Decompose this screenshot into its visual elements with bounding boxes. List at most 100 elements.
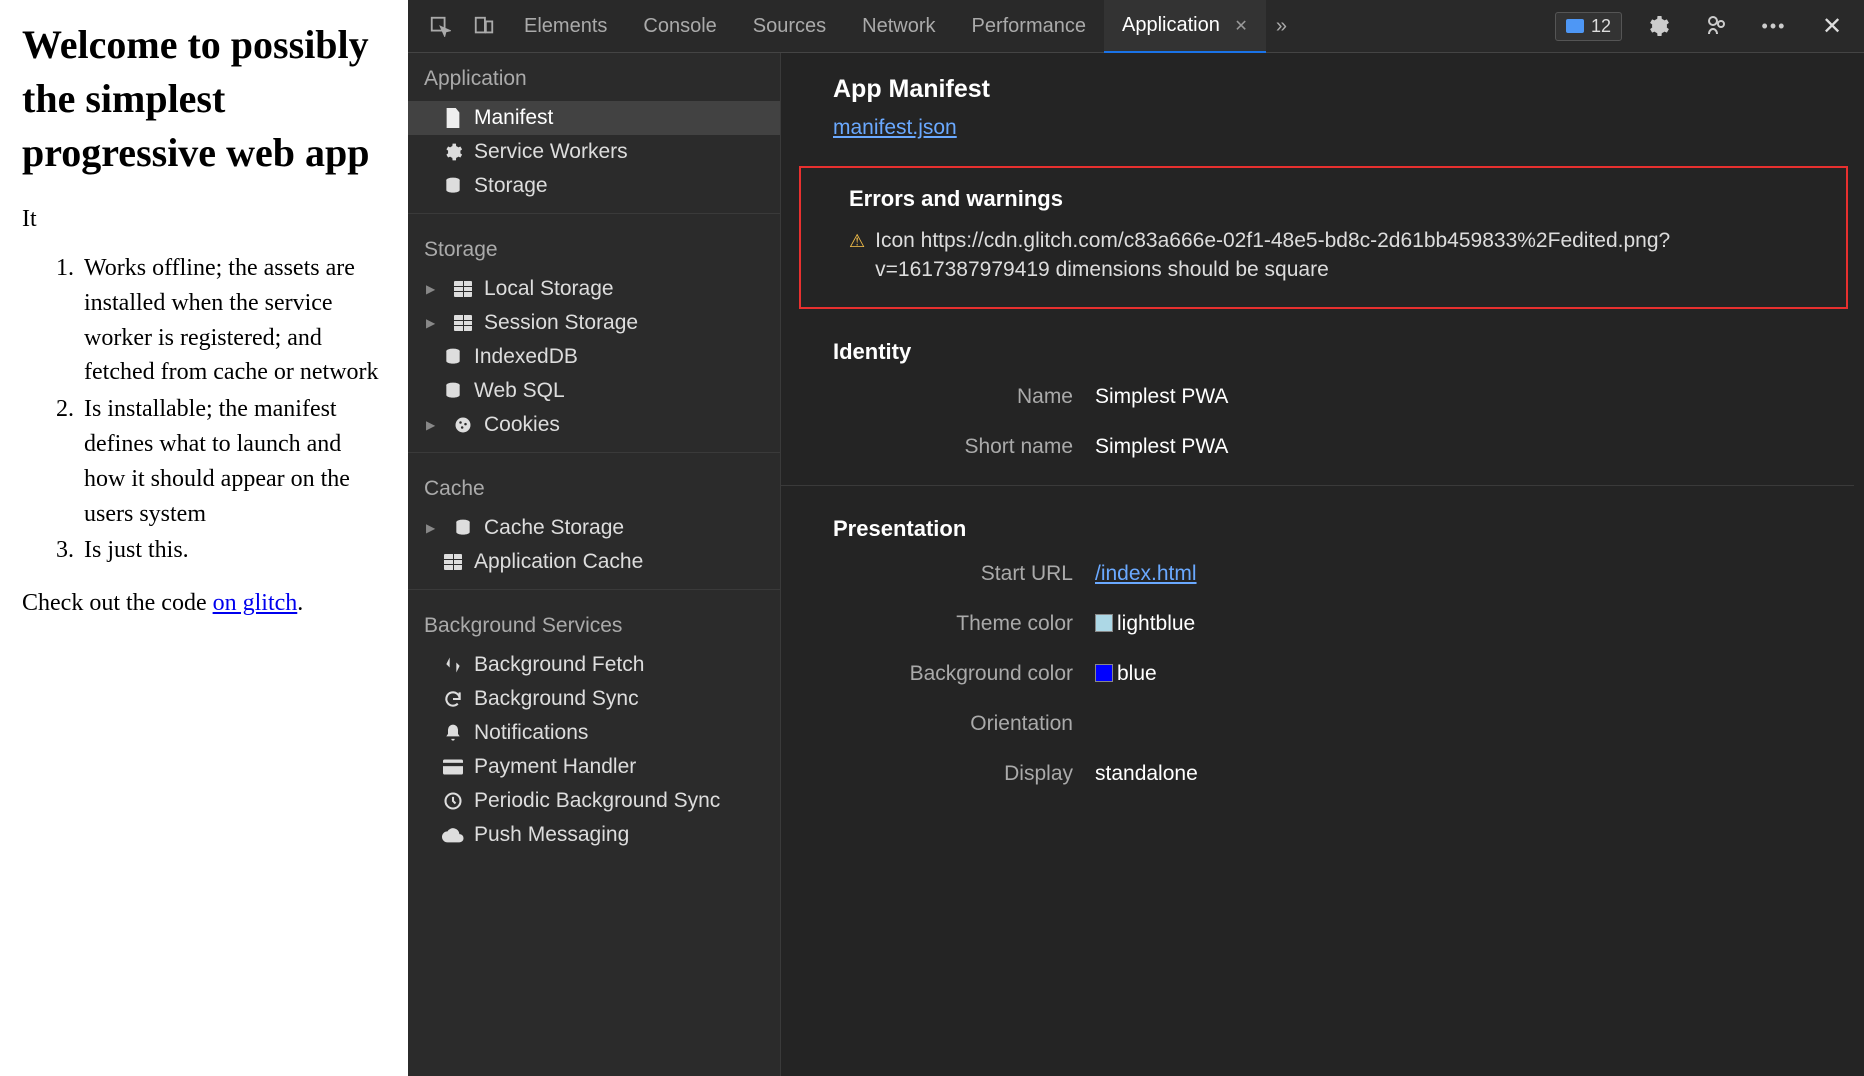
webpage-viewport: Welcome to possibly the simplest progres… xyxy=(0,0,408,1076)
devtools-body: Application Manifest Service Workers Sto… xyxy=(408,53,1864,1076)
gear-icon[interactable] xyxy=(1645,13,1671,39)
sidebar-item-label: IndexedDB xyxy=(474,345,578,369)
sidebar-item-cache-storage[interactable]: ▶ Cache Storage xyxy=(408,511,780,545)
tab-application-label: Application xyxy=(1122,14,1220,36)
sidebar-item-application-cache[interactable]: Application Cache xyxy=(408,545,780,579)
sidebar-item-websql[interactable]: Web SQL xyxy=(408,374,780,408)
sidebar-item-push-messaging[interactable]: Push Messaging xyxy=(408,818,780,852)
footer-suffix: . xyxy=(297,590,303,616)
sidebar-item-indexeddb[interactable]: IndexedDB xyxy=(408,340,780,374)
row-name: Name Simplest PWA xyxy=(833,385,1854,409)
list-item: Is just this. xyxy=(80,533,386,568)
manifest-file-link[interactable]: manifest.json xyxy=(833,116,957,139)
sidebar-item-background-fetch[interactable]: Background Fetch xyxy=(408,648,780,682)
sidebar-item-session-storage[interactable]: ▶ Session Storage xyxy=(408,306,780,340)
sidebar-item-manifest[interactable]: Manifest xyxy=(408,101,780,135)
device-toggle-icon[interactable] xyxy=(471,13,497,39)
sidebar-section-storage: Storage xyxy=(408,224,780,272)
experiments-icon[interactable] xyxy=(1703,13,1729,39)
presentation-heading: Presentation xyxy=(833,516,1854,542)
page-footer: Check out the code on glitch. xyxy=(22,590,386,617)
sidebar-item-label: Background Fetch xyxy=(474,653,644,677)
sidebar-item-label: Notifications xyxy=(474,721,588,745)
label-theme-color: Theme color xyxy=(833,612,1095,636)
sidebar-item-label: Local Storage xyxy=(484,277,614,301)
issues-badge[interactable]: 12 xyxy=(1555,12,1622,41)
sidebar-item-label: Periodic Background Sync xyxy=(474,789,720,813)
bg-color-text: blue xyxy=(1117,662,1157,685)
warning-row: ⚠ Icon https://cdn.glitch.com/c83a666e-0… xyxy=(815,226,1832,285)
tab-more[interactable]: » xyxy=(1266,1,1297,52)
errors-title: Errors and warnings xyxy=(815,186,1832,212)
sidebar-item-notifications[interactable]: Notifications xyxy=(408,716,780,750)
glitch-link[interactable]: on glitch xyxy=(213,590,298,616)
application-sidebar: Application Manifest Service Workers Sto… xyxy=(408,53,781,1076)
sidebar-item-label: Payment Handler xyxy=(474,755,636,779)
sidebar-section-background-services: Background Services xyxy=(408,600,780,648)
warning-text: Icon https://cdn.glitch.com/c83a666e-02f… xyxy=(875,226,1832,285)
pane-title: App Manifest xyxy=(833,75,1854,104)
table-icon xyxy=(452,278,474,300)
kebab-menu-icon[interactable]: ••• xyxy=(1761,13,1787,39)
tab-application[interactable]: Application ✕ xyxy=(1104,0,1266,53)
tab-console[interactable]: Console xyxy=(625,1,734,52)
inspect-element-icon[interactable] xyxy=(427,13,453,39)
sidebar-item-label: Web SQL xyxy=(474,379,565,403)
value-display: standalone xyxy=(1095,762,1198,786)
sidebar-item-storage[interactable]: Storage xyxy=(408,169,780,203)
expand-icon[interactable]: ▶ xyxy=(426,316,438,330)
sidebar-item-label: Background Sync xyxy=(474,687,639,711)
database-icon xyxy=(452,517,474,539)
label-orientation: Orientation xyxy=(833,712,1095,736)
sidebar-section-application: Application xyxy=(408,53,780,101)
sidebar-item-label: Session Storage xyxy=(484,311,638,335)
sidebar-item-label: Storage xyxy=(474,174,548,198)
value-short-name: Simplest PWA xyxy=(1095,435,1228,459)
row-theme-color: Theme color lightblue xyxy=(833,612,1854,636)
tab-elements[interactable]: Elements xyxy=(506,1,625,52)
start-url-link[interactable]: /index.html xyxy=(1095,562,1197,585)
expand-icon[interactable]: ▶ xyxy=(426,521,438,535)
database-icon xyxy=(442,346,464,368)
row-start-url: Start URL /index.html xyxy=(833,562,1854,586)
sidebar-item-local-storage[interactable]: ▶ Local Storage xyxy=(408,272,780,306)
label-short-name: Short name xyxy=(833,435,1095,459)
expand-icon[interactable]: ▶ xyxy=(426,418,438,432)
tab-sources[interactable]: Sources xyxy=(735,1,844,52)
credit-card-icon xyxy=(442,756,464,778)
sidebar-item-payment-handler[interactable]: Payment Handler xyxy=(408,750,780,784)
value-theme-color: lightblue xyxy=(1095,612,1195,636)
list-item: Is installable; the manifest defines wha… xyxy=(80,392,386,531)
sidebar-item-background-sync[interactable]: Background Sync xyxy=(408,682,780,716)
value-name: Simplest PWA xyxy=(1095,385,1228,409)
warning-icon: ⚠ xyxy=(849,229,865,285)
footer-prefix: Check out the code xyxy=(22,590,213,616)
tab-performance[interactable]: Performance xyxy=(954,1,1105,52)
tabstrip-right: 12 ••• ✕ xyxy=(1555,12,1854,41)
theme-color-text: lightblue xyxy=(1117,612,1195,635)
sidebar-item-cookies[interactable]: ▶ Cookies xyxy=(408,408,780,442)
sidebar-item-label: Push Messaging xyxy=(474,823,629,847)
sidebar-item-periodic-sync[interactable]: Periodic Background Sync xyxy=(408,784,780,818)
page-list: Works offline; the assets are installed … xyxy=(22,251,386,568)
errors-warnings-box: Errors and warnings ⚠ Icon https://cdn.g… xyxy=(799,166,1848,309)
bg-color-swatch xyxy=(1095,664,1113,682)
issues-count: 12 xyxy=(1591,16,1611,37)
label-background-color: Background color xyxy=(833,662,1095,686)
bell-icon xyxy=(442,722,464,744)
row-display: Display standalone xyxy=(833,762,1854,786)
label-display: Display xyxy=(833,762,1095,786)
database-icon xyxy=(442,380,464,402)
sidebar-item-label: Application Cache xyxy=(474,550,643,574)
sidebar-item-service-workers[interactable]: Service Workers xyxy=(408,135,780,169)
database-icon xyxy=(442,175,464,197)
label-name: Name xyxy=(833,385,1095,409)
expand-icon[interactable]: ▶ xyxy=(426,282,438,296)
tab-network[interactable]: Network xyxy=(844,1,953,52)
row-short-name: Short name Simplest PWA xyxy=(833,435,1854,459)
page-heading: Welcome to possibly the simplest progres… xyxy=(22,18,386,180)
issues-icon xyxy=(1566,19,1584,33)
close-icon[interactable]: ✕ xyxy=(1234,18,1247,35)
close-devtools-icon[interactable]: ✕ xyxy=(1819,13,1845,39)
sidebar-item-label: Cache Storage xyxy=(484,516,624,540)
